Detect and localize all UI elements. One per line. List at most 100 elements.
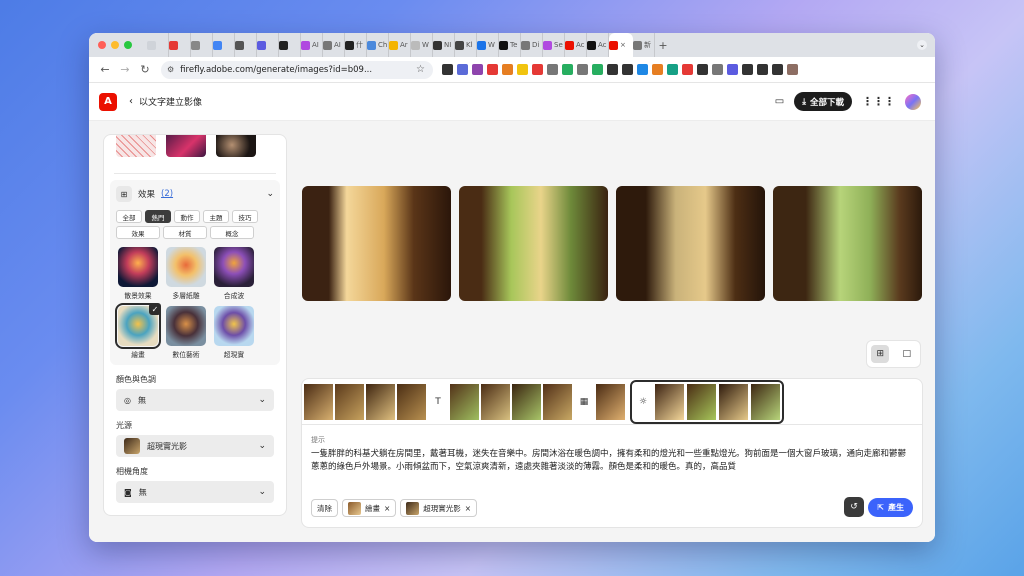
extension-icon[interactable] bbox=[592, 64, 603, 75]
history-group-current[interactable]: ☼ bbox=[630, 379, 784, 424]
history-group-1[interactable] bbox=[304, 383, 426, 420]
tag-chip-painting[interactable]: 繪畫 × bbox=[342, 499, 397, 517]
generated-image-3[interactable] bbox=[616, 186, 765, 301]
browser-tab[interactable] bbox=[147, 33, 169, 57]
bookmark-star-icon[interactable]: ☆ bbox=[416, 64, 425, 75]
text-prompt-icon[interactable]: T bbox=[429, 393, 447, 411]
generated-image-4[interactable] bbox=[773, 186, 922, 301]
effect-filter-pill[interactable]: 主題 bbox=[203, 210, 229, 223]
user-avatar[interactable] bbox=[905, 93, 921, 110]
close-icon[interactable]: × bbox=[465, 504, 471, 513]
extension-icon[interactable] bbox=[532, 64, 543, 75]
zoom-window-button[interactable] bbox=[124, 41, 132, 49]
browser-tab[interactable]: × bbox=[609, 33, 633, 57]
extension-icon[interactable] bbox=[517, 64, 528, 75]
extension-icon[interactable] bbox=[742, 64, 753, 75]
grid-view-icon[interactable]: ⊞ bbox=[871, 345, 890, 363]
browser-tab[interactable] bbox=[279, 33, 301, 57]
browser-tab[interactable]: AI bbox=[323, 33, 345, 57]
effect-filter-pill[interactable]: 熱門 bbox=[145, 210, 171, 223]
tag-chip-lighting[interactable]: 超現實光影 × bbox=[400, 499, 478, 517]
browser-tab[interactable]: W bbox=[477, 33, 499, 57]
browser-tab[interactable] bbox=[169, 33, 191, 57]
history-group-2[interactable] bbox=[450, 383, 572, 420]
effect-option[interactable]: ✓ 繪畫 bbox=[115, 303, 161, 359]
extension-icon[interactable] bbox=[712, 64, 723, 75]
browser-tab[interactable] bbox=[213, 33, 235, 57]
effect-filter-pill[interactable]: 概念 bbox=[210, 226, 254, 239]
browser-tab[interactable]: 什 bbox=[345, 33, 367, 57]
feedback-icon[interactable]: ▭ bbox=[775, 96, 784, 107]
thumb-pattern[interactable] bbox=[116, 135, 156, 157]
forward-arrow-icon[interactable]: → bbox=[115, 63, 135, 76]
browser-tab[interactable]: Se bbox=[543, 33, 565, 57]
effect-filter-pill[interactable]: 效果 bbox=[116, 226, 160, 239]
browser-tab[interactable]: Ac bbox=[565, 33, 587, 57]
color-tone-select[interactable]: ◎ 無 ⌄ bbox=[116, 389, 274, 411]
browser-tab[interactable]: Di bbox=[521, 33, 543, 57]
extension-icon[interactable] bbox=[622, 64, 633, 75]
structure-icon[interactable]: ▦ bbox=[575, 393, 593, 411]
adobe-logo-icon[interactable]: A bbox=[99, 92, 117, 111]
reload-icon[interactable]: ↻ bbox=[135, 63, 155, 76]
extension-icon[interactable] bbox=[607, 64, 618, 75]
effects-count[interactable]: (2) bbox=[161, 189, 173, 199]
extension-icon[interactable] bbox=[577, 64, 588, 75]
close-window-button[interactable] bbox=[98, 41, 106, 49]
effect-option[interactable]: 多層紙雕 bbox=[166, 247, 206, 300]
thumb-neon[interactable] bbox=[166, 135, 206, 157]
effect-option[interactable]: 數位藝術 bbox=[166, 306, 206, 359]
extension-icon[interactable] bbox=[442, 64, 453, 75]
history-icon[interactable]: ↺ bbox=[844, 497, 864, 517]
browser-tab[interactable]: Ar bbox=[389, 33, 411, 57]
effect-filter-pill[interactable]: 全部 bbox=[116, 210, 142, 223]
prompt-input[interactable]: 一隻胖胖的科基犬躺在房間里，戴著耳機，迷失在音樂中。房間沐浴在暖色調中，擁有柔和… bbox=[311, 448, 910, 475]
thumb-portrait[interactable] bbox=[216, 135, 256, 157]
extension-icon[interactable] bbox=[457, 64, 468, 75]
apps-grid-icon[interactable]: ⋮⋮⋮ bbox=[862, 95, 895, 108]
browser-tab[interactable]: Ch bbox=[367, 33, 389, 57]
effect-filter-pill[interactable]: 動作 bbox=[174, 210, 200, 223]
browser-tab[interactable]: Kl bbox=[455, 33, 477, 57]
extension-icon[interactable] bbox=[772, 64, 783, 75]
back-chevron-icon[interactable]: ‹ bbox=[129, 96, 133, 107]
extension-icon[interactable] bbox=[547, 64, 558, 75]
download-all-button[interactable]: ⤓ 全部下載 bbox=[794, 92, 852, 111]
single-view-icon[interactable]: □ bbox=[898, 345, 916, 363]
extension-icon[interactable] bbox=[472, 64, 483, 75]
chevron-down-icon[interactable]: ⌄ bbox=[266, 189, 274, 199]
effect-filter-pill[interactable]: 材質 bbox=[163, 226, 207, 239]
history-group-3[interactable] bbox=[596, 383, 625, 420]
browser-tab[interactable]: Te bbox=[499, 33, 521, 57]
new-tab-button[interactable]: + bbox=[655, 39, 671, 52]
effect-option[interactable]: 散景效果 bbox=[118, 247, 158, 300]
browser-tab[interactable] bbox=[257, 33, 279, 57]
lighting-select[interactable]: 超現實光影 ⌄ bbox=[116, 435, 274, 457]
browser-tab[interactable]: 新 bbox=[633, 33, 655, 57]
address-bar[interactable]: ⚙ firefly.adobe.com/generate/images?id=b… bbox=[161, 60, 433, 79]
minimize-window-button[interactable] bbox=[111, 41, 119, 49]
browser-tab[interactable]: Ac bbox=[587, 33, 609, 57]
effect-filter-pill[interactable]: 技巧 bbox=[232, 210, 258, 223]
extension-icon[interactable] bbox=[787, 64, 798, 75]
extension-icon[interactable] bbox=[727, 64, 738, 75]
extension-icon[interactable] bbox=[667, 64, 678, 75]
generate-button[interactable]: ⇱ 產生 bbox=[868, 498, 913, 517]
camera-angle-select[interactable]: ◙ 無 ⌄ bbox=[116, 481, 274, 503]
browser-tab[interactable]: AI bbox=[301, 33, 323, 57]
effect-option[interactable]: 超現實 bbox=[214, 306, 254, 359]
back-arrow-icon[interactable]: ← bbox=[95, 63, 115, 76]
extension-icon[interactable] bbox=[682, 64, 693, 75]
browser-tab[interactable]: NI bbox=[433, 33, 455, 57]
generated-image-1[interactable] bbox=[302, 186, 451, 301]
browser-tab[interactable]: W bbox=[411, 33, 433, 57]
close-icon[interactable]: × bbox=[384, 504, 390, 513]
browser-tab[interactable] bbox=[235, 33, 257, 57]
extension-icon[interactable] bbox=[502, 64, 513, 75]
extension-icon[interactable] bbox=[562, 64, 573, 75]
browser-tab[interactable] bbox=[191, 33, 213, 57]
extension-icon[interactable] bbox=[487, 64, 498, 75]
site-settings-icon[interactable]: ⚙ bbox=[167, 65, 174, 74]
extension-icon[interactable] bbox=[697, 64, 708, 75]
clear-button[interactable]: 清除 bbox=[311, 499, 338, 517]
